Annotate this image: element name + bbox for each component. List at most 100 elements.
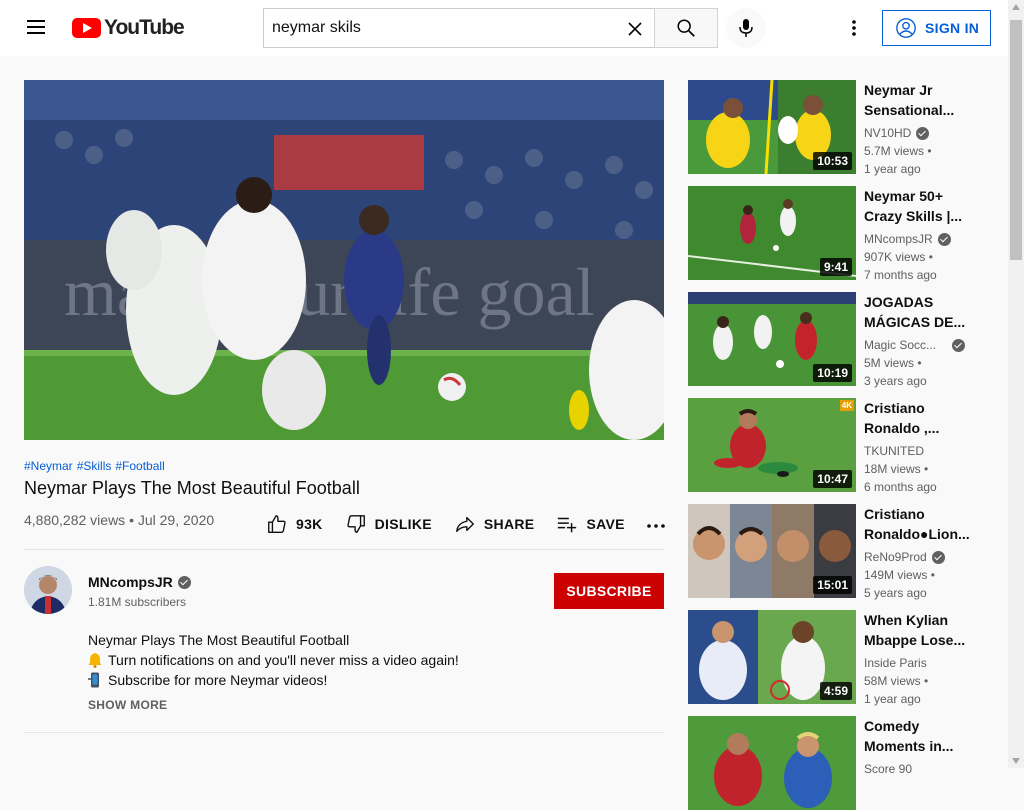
channel-name-text: MNcompsJR [88,574,173,590]
hashtag-link[interactable]: #Neymar [24,459,73,473]
video-info: Cristiano Ronaldo ,... TKUNITED 18M views… [864,398,992,496]
hashtags: #Neymar #Skills #Football [24,459,169,473]
menu-icon[interactable] [24,16,48,40]
video-thumbnail[interactable]: 9:41 [688,186,856,280]
scrollbar-thumb[interactable] [1010,20,1022,260]
microphone-icon [739,19,753,37]
video-thumbnail[interactable]: 10:19 [688,292,856,386]
video-title: Cristiano Ronaldo ,... [864,398,992,438]
share-button[interactable]: SHARE [454,513,535,535]
recommended-video[interactable]: 4K 10:47 Cristiano Ronaldo ,... TKUNITED … [688,398,998,494]
clear-search-icon[interactable] [623,17,647,41]
video-duration: 10:47 [813,470,852,488]
account-icon [896,18,916,38]
view-count: 149M views • [864,568,935,582]
title-line: JOGADAS [864,294,934,310]
thumbs-up-icon [268,515,286,533]
4k-badge: 4K [839,400,854,411]
verified-check-icon [931,550,945,564]
channel-name-text: Inside Paris [864,656,927,670]
logo-text: YouTube [104,16,185,39]
video-thumbnail[interactable]: 15:01 [688,504,856,598]
masthead: YouTube SIGN IN [0,0,1008,56]
channel-name-text: TKUNITED [864,444,924,458]
video-actions: 93K DISLIKE SHARE SAVE [266,510,665,538]
video-title: Neymar 50+ Crazy Skills |... [864,186,992,226]
hashtag-link[interactable]: #Skills [77,459,112,473]
like-button[interactable]: 93K [266,513,323,535]
channel-name: Inside Paris [864,654,992,672]
title-line: Crazy Skills |... [864,208,963,224]
recommended-video[interactable]: 4:59 When Kylian Mbappe Lose... Inside Pa… [688,610,998,706]
video-title: Cristiano Ronaldo●Lion... [864,504,992,544]
save-label: SAVE [586,516,625,532]
more-actions-button[interactable] [646,515,665,533]
settings-more-button[interactable] [842,16,866,40]
upload-age: 6 months ago [864,480,937,494]
video-title: Comedy Moments in... [864,716,992,756]
verified-check-icon [952,338,966,352]
view-count: 18M views • [864,462,929,476]
scroll-down-arrow-icon[interactable] [1012,758,1020,764]
channel-avatar[interactable] [24,566,72,614]
video-duration: 15:01 [813,576,852,594]
share-icon [455,516,474,533]
title-line: Cristiano [864,400,925,416]
scroll-up-arrow-icon[interactable] [1012,4,1020,10]
recommended-video[interactable]: 10:53 Neymar Jr Sensational... NV10HD 5.7… [688,80,998,176]
channel-name-text: Score 90 [864,762,913,776]
video-thumbnail[interactable]: 10:53 [688,80,856,174]
video-thumbnail[interactable]: 4K 10:47 [688,398,856,492]
channel-name-text: Magic Socc... [864,338,937,352]
upload-age: 1 year ago [864,162,921,176]
video-title: Neymar Plays The Most Beautiful Football [24,478,360,498]
channel-name-text: MNcompsJR [864,232,933,246]
youtube-logo[interactable]: YouTube [72,16,185,40]
video-info: Cristiano Ronaldo●Lion... ReNo9Prod 149M … [864,504,992,602]
title-line: MÁGICAS DE... [864,314,966,330]
subscribe-button[interactable]: SUBSCRIBE [554,573,664,609]
voice-search-button[interactable] [726,8,766,48]
hashtag-link[interactable]: #Football [115,459,164,473]
video-info: Comedy Moments in... Score 90 [864,716,992,778]
description-text: Neymar Plays The Most Beautiful Football [88,632,350,648]
upload-age: 3 years ago [864,374,927,388]
recommended-video[interactable]: Comedy Moments in... Score 90 [688,716,998,810]
view-count: 5.7M views • [864,144,932,158]
dislike-button[interactable]: DISLIKE [345,513,432,535]
save-button[interactable]: SAVE [556,513,624,535]
youtube-play-icon [72,18,101,38]
dislike-label: DISLIKE [374,516,432,532]
video-thumbnail[interactable]: 4:59 [688,610,856,704]
verified-check-icon [937,232,951,246]
recommended-video[interactable]: 10:19 JOGADAS MÁGICAS DE... Magic Socc...… [688,292,998,388]
title-line: Neymar Jr [864,82,933,98]
channel-name[interactable]: MNcompsJR [88,574,191,590]
search-button[interactable] [654,8,718,48]
page-scrollbar[interactable] [1008,0,1024,768]
video-title: JOGADAS MÁGICAS DE... [864,292,992,332]
video-duration: 10:19 [813,364,852,382]
sign-in-button[interactable]: SIGN IN [882,10,991,46]
video-duration: 9:41 [819,258,852,276]
view-count: 58M views • [864,674,929,688]
video-thumbnail[interactable] [688,716,856,810]
channel-name: MNcompsJR [864,230,992,248]
video-frame: make your life goal [24,80,664,440]
title-line: Sensational... [864,102,955,118]
video-info: JOGADAS MÁGICAS DE... Magic Socc... 5M vi… [864,292,992,390]
video-info: Neymar 50+ Crazy Skills |... MNcompsJR 90… [864,186,992,284]
title-line: Mbappe Lose... [864,632,966,648]
video-info: Neymar Jr Sensational... NV10HD 5.7M view… [864,80,992,178]
recommended-video[interactable]: 15:01 Cristiano Ronaldo●Lion... ReNo9Prod… [688,504,998,600]
channel-name-text: NV10HD [864,126,912,140]
channel-name-text: ReNo9Prod [864,550,927,564]
channel-name: ReNo9Prod [864,548,992,566]
video-player[interactable]: make your life goal [24,80,664,440]
video-title: When Kylian Mbappe Lose... [864,610,992,650]
search-input[interactable] [264,19,604,37]
recommended-video[interactable]: 9:41 Neymar 50+ Crazy Skills |... MNcomps… [688,186,998,282]
show-more-button[interactable]: SHOW MORE [88,698,167,712]
search-icon [677,19,695,37]
vertical-dots-icon [852,20,856,36]
